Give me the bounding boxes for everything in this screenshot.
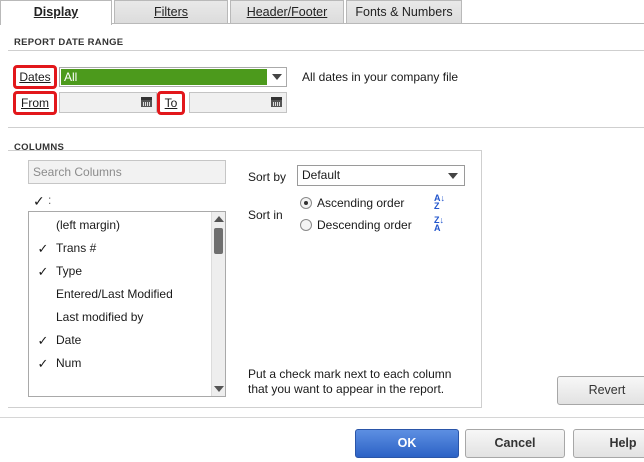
columns-scrollbar[interactable]: [211, 212, 225, 396]
tab-fonts-numbers[interactable]: Fonts & Numbers: [346, 0, 462, 23]
calendar-icon[interactable]: [141, 97, 152, 107]
dates-label: Dates: [13, 65, 57, 89]
list-item[interactable]: ✓ Trans #: [29, 237, 211, 260]
dates-description: All dates in your company file: [302, 70, 459, 84]
sort-in-label: Sort in: [248, 208, 283, 222]
column-header-dots: :: [48, 193, 52, 207]
ascending-label[interactable]: Ascending order: [317, 196, 404, 210]
sort-by-dropdown[interactable]: Default: [297, 165, 465, 186]
cancel-button-label: Cancel: [494, 436, 536, 450]
descending-radio[interactable]: [300, 219, 312, 231]
revert-button[interactable]: Revert: [557, 376, 644, 405]
columns-hint-line1: Put a check mark next to each column: [248, 367, 452, 381]
list-item-label: Trans #: [56, 241, 97, 255]
tab-display-label: Display: [33, 5, 79, 19]
to-label: To: [157, 91, 185, 115]
sort-by-value: Default: [302, 168, 341, 182]
revert-button-label: Revert: [588, 383, 626, 397]
list-item[interactable]: ✓ Date: [29, 329, 211, 352]
report-date-range-divider: [8, 50, 644, 51]
from-label: From: [13, 91, 57, 115]
dates-label-text: Dates: [19, 70, 51, 84]
cancel-button[interactable]: Cancel: [465, 429, 565, 458]
dates-dropdown-value: All: [61, 69, 267, 85]
scroll-down-icon[interactable]: [214, 386, 224, 392]
columns-list[interactable]: (left margin) ✓ Trans # ✓ Type Entered/L…: [28, 211, 226, 397]
from-date-field[interactable]: [59, 92, 157, 113]
tab-fonts-numbers-label: Fonts & Numbers: [355, 5, 453, 19]
from-label-text: From: [21, 96, 49, 110]
chevron-down-icon: [272, 74, 282, 80]
search-columns-input[interactable]: Search Columns: [28, 160, 226, 184]
tab-filters[interactable]: Filters: [114, 0, 228, 23]
columns-bottom-divider: [8, 407, 482, 408]
list-item-label: (left margin): [56, 218, 121, 232]
chevron-down-icon: [448, 173, 458, 179]
list-item[interactable]: Last modified by: [29, 306, 211, 329]
sort-ascending-icon: A↓ Z: [434, 193, 445, 211]
list-item-label: Entered/Last Modified: [56, 287, 173, 301]
scrollbar-thumb[interactable]: [214, 228, 223, 254]
list-item-label: Type: [56, 264, 83, 278]
checkmark[interactable]: ✓: [37, 237, 49, 260]
help-button-label: Help: [609, 436, 637, 450]
ok-button[interactable]: OK: [355, 429, 459, 458]
bottom-divider: [0, 417, 644, 418]
checkmark[interactable]: ✓: [37, 329, 49, 352]
to-date-field[interactable]: [189, 92, 287, 113]
to-label-text: To: [164, 96, 178, 110]
report-date-range-title: REPORT DATE RANGE: [14, 37, 124, 48]
ascending-radio[interactable]: [300, 197, 312, 209]
columns-top-divider: [8, 127, 644, 128]
tab-display[interactable]: Display: [0, 0, 112, 25]
columns-title: COLUMNS: [14, 142, 65, 153]
tab-bar: Display Filters Header/Footer Fonts & Nu…: [0, 0, 644, 25]
checkmark[interactable]: ✓: [37, 260, 49, 283]
checkmark[interactable]: ✓: [37, 352, 49, 375]
list-item[interactable]: (left margin): [29, 214, 211, 237]
tab-filters-label: Filters: [153, 5, 189, 19]
descending-label[interactable]: Descending order: [317, 218, 412, 232]
list-item-label: Date: [56, 333, 82, 347]
list-item-label: Last modified by: [56, 310, 144, 324]
sort-descending-icon: Z↓ A: [434, 215, 444, 233]
scroll-up-icon[interactable]: [214, 216, 224, 222]
columns-divider: [8, 150, 482, 151]
column-header-check: ✓: [33, 193, 45, 209]
list-item[interactable]: ✓ Type: [29, 260, 211, 283]
dates-dropdown[interactable]: All: [59, 67, 287, 87]
list-item[interactable]: Entered/Last Modified: [29, 283, 211, 306]
sort-by-label: Sort by: [248, 170, 287, 184]
help-button[interactable]: Help: [573, 429, 644, 458]
columns-right-border: [481, 150, 482, 408]
search-columns-placeholder: Search Columns: [33, 165, 122, 179]
ok-button-label: OK: [397, 436, 417, 450]
tab-header-footer-label: Header/Footer: [246, 5, 328, 19]
tab-header-footer[interactable]: Header/Footer: [230, 0, 344, 23]
list-item[interactable]: ✓ Num: [29, 352, 211, 375]
columns-hint-line2: that you want to appear in the report.: [248, 382, 445, 396]
list-item-label: Num: [56, 356, 82, 370]
calendar-icon[interactable]: [271, 97, 282, 107]
